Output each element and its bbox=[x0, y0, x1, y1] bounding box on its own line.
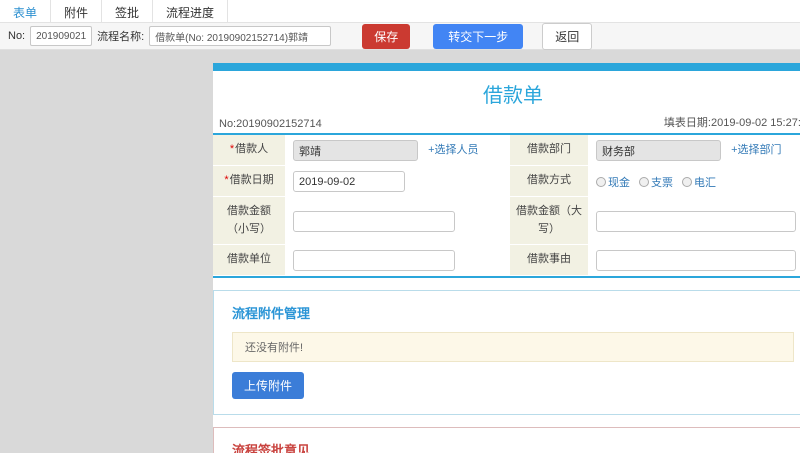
radio-cheque-label: 支票 bbox=[651, 176, 673, 189]
borrower-label: *借款人 bbox=[213, 135, 285, 166]
panel-top-bar bbox=[213, 63, 800, 71]
loan-reason-field[interactable] bbox=[596, 250, 796, 272]
next-step-button[interactable]: 转交下一步 bbox=[433, 23, 524, 49]
select-person-link[interactable]: +选择人员 bbox=[428, 144, 478, 156]
required-asterisk: * bbox=[229, 143, 235, 156]
attachments-panel: 流程附件管理 还没有附件! 上传附件 bbox=[213, 290, 800, 416]
approval-panel: 流程签批意见 B I abc ” bbox=[213, 427, 800, 453]
borrower-field[interactable] bbox=[293, 140, 418, 161]
table-row: *借款日期 借款方式 现金 支票 bbox=[213, 166, 800, 197]
approval-title: 流程签批意见 bbox=[232, 443, 311, 453]
no-attachments-message: 还没有附件! bbox=[232, 332, 794, 363]
loan-date-label: *借款日期 bbox=[213, 166, 285, 197]
select-dept-link[interactable]: +选择部门 bbox=[731, 144, 781, 156]
attachments-title: 流程附件管理 bbox=[232, 306, 311, 322]
form-panel: 借款单 No:20190902152714 填表日期:2019-09-02 15… bbox=[213, 63, 800, 453]
table-row: *借款人 +选择人员 借款部门 +选择部门 bbox=[213, 135, 800, 166]
loan-unit-field[interactable] bbox=[293, 250, 455, 272]
loan-unit-label: 借款单位 bbox=[213, 245, 285, 277]
radio-circle-icon[interactable] bbox=[596, 176, 606, 187]
radio-wire-label: 电汇 bbox=[694, 176, 716, 189]
radio-cash[interactable]: 现金 bbox=[596, 174, 630, 190]
tab-bar: 表单 附件 签批 流程进度 bbox=[0, 0, 800, 23]
toolbar: No: 流程名称: 保存 转交下一步 返回 bbox=[0, 22, 800, 50]
radio-circle-icon[interactable] bbox=[639, 176, 649, 187]
table-row: 借款金额（小写） 借款金额（大写） bbox=[213, 197, 800, 246]
radio-cash-label: 现金 bbox=[608, 176, 630, 189]
meta-row: No:20190902152714 填表日期:2019-09-02 15:27:… bbox=[213, 110, 800, 135]
upload-attachment-button[interactable]: 上传附件 bbox=[232, 372, 305, 400]
required-asterisk: * bbox=[224, 174, 229, 187]
radio-wire[interactable]: 电汇 bbox=[682, 174, 716, 190]
tab-progress[interactable]: 流程进度 bbox=[153, 0, 229, 22]
radio-circle-icon[interactable] bbox=[682, 176, 692, 187]
loan-form-table: *借款人 +选择人员 借款部门 +选择部门 *借款日期 bbox=[213, 135, 800, 277]
no-input[interactable] bbox=[30, 26, 93, 46]
tab-attachments[interactable]: 附件 bbox=[51, 0, 103, 22]
amount-big-field[interactable] bbox=[596, 210, 796, 232]
loan-method-radio-group: 现金 支票 电汇 bbox=[596, 174, 800, 190]
back-button[interactable]: 返回 bbox=[542, 22, 593, 50]
amount-big-label: 借款金额（大写） bbox=[510, 197, 588, 246]
dept-label: 借款部门 bbox=[510, 135, 588, 166]
no-label: No: bbox=[8, 30, 26, 42]
loan-method-label: 借款方式 bbox=[510, 166, 588, 197]
content-area: 借款单 No:20190902152714 填表日期:2019-09-02 15… bbox=[0, 50, 800, 453]
loan-date-field[interactable] bbox=[293, 171, 405, 192]
process-name-label: 流程名称: bbox=[97, 31, 145, 43]
table-row: 借款单位 借款事由 bbox=[213, 245, 800, 277]
amount-small-label: 借款金额（小写） bbox=[213, 197, 285, 246]
dept-field[interactable] bbox=[596, 140, 721, 161]
process-name-input[interactable] bbox=[149, 26, 332, 46]
amount-small-field[interactable] bbox=[293, 210, 455, 232]
doc-number: No:20190902152714 bbox=[219, 118, 322, 130]
form-bottom-border bbox=[213, 276, 800, 279]
tab-form[interactable]: 表单 bbox=[0, 0, 52, 22]
fill-date: 填表日期:2019-09-02 15:27:1 bbox=[663, 117, 800, 129]
tab-approval[interactable]: 签批 bbox=[102, 0, 154, 22]
loan-reason-label: 借款事由 bbox=[510, 245, 588, 277]
save-button[interactable]: 保存 bbox=[362, 23, 411, 49]
page-title: 借款单 bbox=[483, 85, 543, 107]
radio-cheque[interactable]: 支票 bbox=[639, 174, 673, 190]
